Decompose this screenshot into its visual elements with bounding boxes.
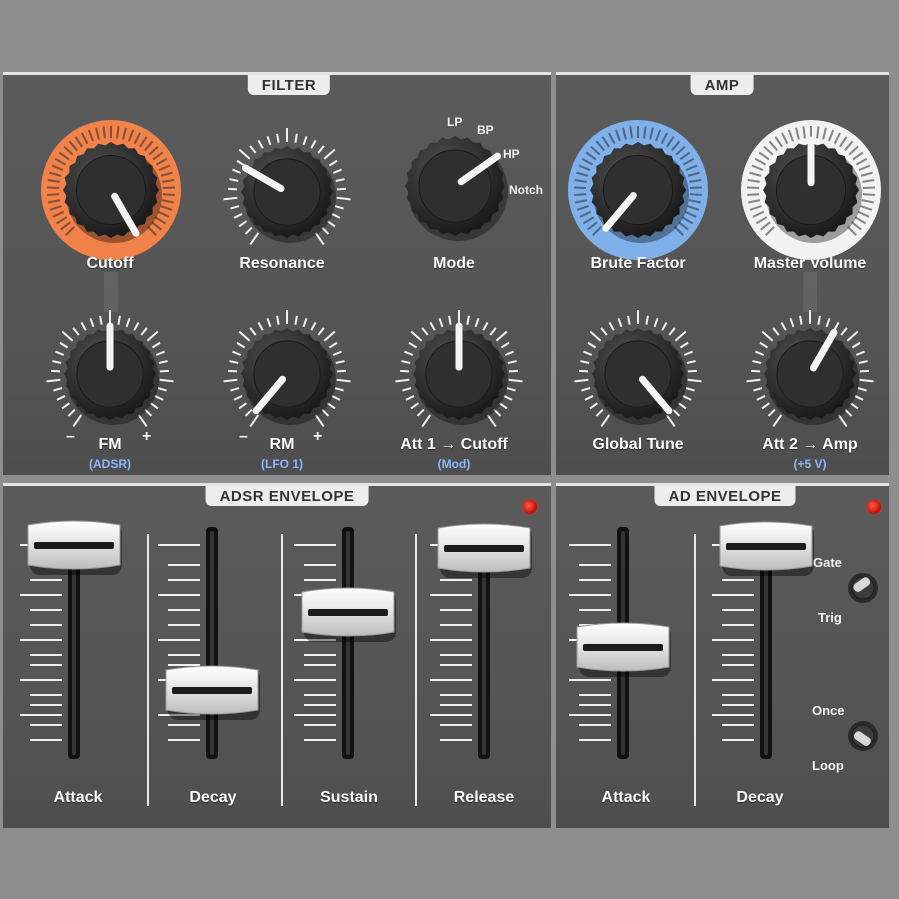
- brute-factor-label: Brute Factor: [590, 255, 686, 272]
- mode-option-notch[interactable]: Notch: [509, 183, 543, 197]
- global-tune-label: Global Tune: [592, 436, 684, 453]
- adsr-led: [523, 500, 537, 514]
- cutoff-label: Cutoff: [86, 255, 134, 272]
- fm-knob[interactable]: [44, 308, 176, 440]
- trig-label: Trig: [818, 610, 842, 625]
- fm-plus-sign: +: [142, 428, 152, 445]
- brute-factor-knob[interactable]: [567, 119, 709, 261]
- gate-trig-toggle[interactable]: [843, 566, 883, 610]
- att1-cutoff-label: Att 1 → Cutoff: [400, 436, 508, 453]
- adsr-divider-1: [147, 534, 149, 806]
- mode-option-lp[interactable]: LP: [447, 115, 462, 129]
- adsr-section-title: ADSR ENVELOPE: [205, 486, 369, 506]
- adsr-release-fader[interactable]: [424, 505, 544, 775]
- adsr-attack-fader[interactable]: [14, 505, 134, 775]
- gate-label: Gate: [813, 555, 842, 570]
- fm-minus-sign: –: [66, 428, 75, 445]
- rm-knob[interactable]: [221, 308, 353, 440]
- adsr-attack-label: Attack: [53, 789, 103, 806]
- att2-amp-label: Att 2 → Amp: [762, 436, 858, 453]
- loop-label: Loop: [812, 758, 844, 773]
- rm-minus-sign: –: [239, 428, 248, 445]
- once-loop-toggle[interactable]: [843, 714, 883, 758]
- adsr-release-label: Release: [453, 789, 515, 806]
- cutoff-fm-link: [104, 272, 118, 312]
- att1-cutoff-knob[interactable]: [393, 308, 525, 440]
- ad-section-title: AD ENVELOPE: [654, 486, 796, 506]
- master-volume-label: Master Volume: [753, 255, 867, 272]
- adsr-divider-2: [281, 534, 283, 806]
- adsr-sustain-label: Sustain: [320, 789, 378, 806]
- master-volume-knob[interactable]: [740, 119, 882, 261]
- ad-decay-fader[interactable]: [706, 505, 826, 775]
- resonance-knob[interactable]: [221, 126, 353, 258]
- filter-section-title: FILTER: [247, 75, 331, 95]
- amp-section-title: AMP: [690, 75, 754, 95]
- mode-option-bp[interactable]: BP: [477, 123, 494, 137]
- rm-label: RM: [269, 436, 295, 453]
- att2-amp-knob[interactable]: [744, 308, 876, 440]
- mode-label: Mode: [433, 255, 475, 272]
- ad-attack-fader[interactable]: [563, 505, 683, 775]
- rm-plus-sign: +: [313, 428, 323, 445]
- ad-led: [867, 500, 881, 514]
- fm-sublabel: (ADSR): [89, 457, 131, 471]
- global-tune-knob[interactable]: [572, 308, 704, 440]
- att1-cutoff-sublabel: (Mod): [437, 457, 471, 471]
- adsr-decay-label: Decay: [189, 789, 237, 806]
- once-label: Once: [812, 703, 845, 718]
- ad-decay-label: Decay: [736, 789, 784, 806]
- mode-option-hp[interactable]: HP: [503, 147, 520, 161]
- cutoff-knob[interactable]: [40, 119, 182, 261]
- ad-divider-1: [694, 534, 696, 806]
- resonance-label: Resonance: [239, 255, 325, 272]
- mode-knob[interactable]: [397, 126, 513, 246]
- att2-amp-sublabel: (+5 V): [793, 457, 827, 471]
- adsr-decay-fader[interactable]: [152, 505, 272, 775]
- master-att2-link: [803, 272, 817, 312]
- adsr-sustain-fader[interactable]: [288, 505, 408, 775]
- adsr-divider-3: [415, 534, 417, 806]
- rm-sublabel: (LFO 1): [261, 457, 303, 471]
- fm-label: FM: [98, 436, 122, 453]
- ad-attack-label: Attack: [601, 789, 651, 806]
